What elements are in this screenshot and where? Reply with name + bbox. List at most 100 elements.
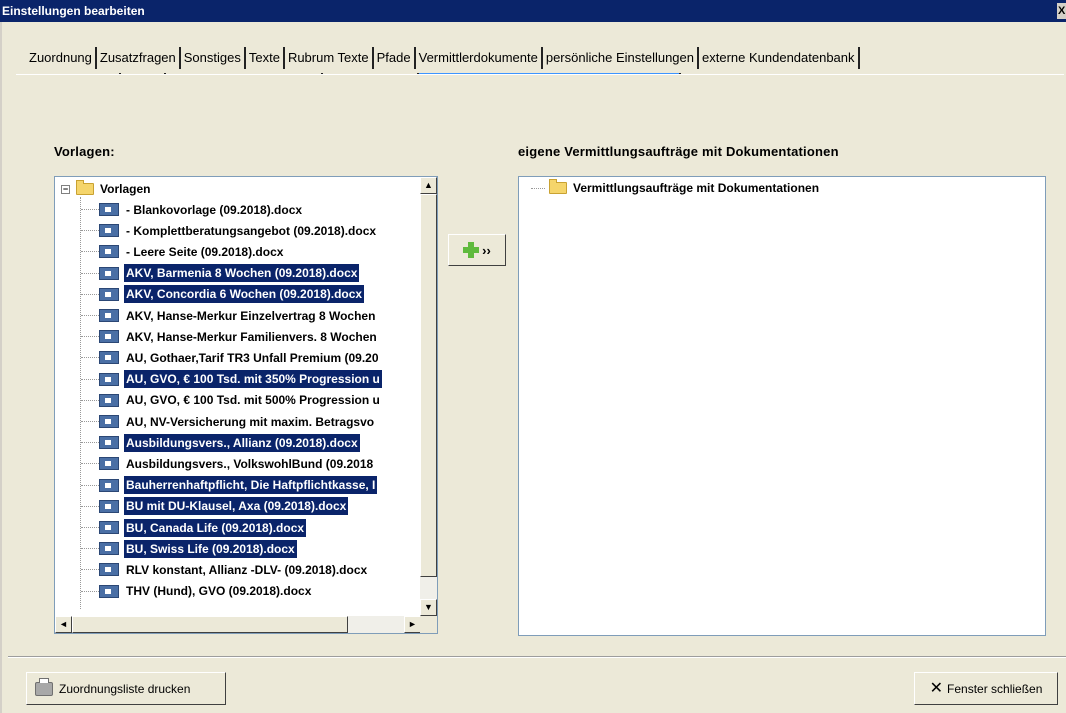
word-document-icon — [99, 309, 119, 322]
tree-item-label: AKV, Barmenia 8 Wochen (09.2018).docx — [124, 264, 360, 283]
scroll-up-button[interactable]: ▲ — [420, 177, 437, 194]
scroll-left-button[interactable]: ◄ — [55, 616, 72, 633]
own-orders-root[interactable]: Vermittlungsaufträge mit Dokumentationen — [531, 179, 819, 197]
tree-connector — [81, 505, 99, 507]
tab-row1-7[interactable]: persönliche Einstellungen — [542, 47, 699, 69]
tree-item[interactable]: - Komplettberatungsangebot (09.2018).doc… — [81, 220, 378, 241]
tree-item[interactable]: Bauherrenhaftpflicht, Die Haftpflichtkas… — [81, 475, 378, 496]
tree-item-label: Ausbildungsvers., Allianz (09.2018).docx — [124, 433, 360, 452]
tree-connector — [81, 548, 99, 550]
tree-item[interactable]: AKV, Barmenia 8 Wochen (09.2018).docx — [81, 263, 360, 284]
word-document-icon — [99, 224, 119, 238]
tree-item-label: AU, GVO, € 100 Tsd. mit 350% Progression… — [124, 370, 382, 389]
vertical-scroll-thumb[interactable] — [420, 194, 437, 577]
word-document-icon — [99, 436, 119, 450]
word-document-icon — [99, 542, 119, 556]
horizontal-scrollbar[interactable]: ◄ ► — [55, 616, 421, 633]
tree-item-label: BU, Swiss Life (09.2018).docx — [124, 539, 297, 558]
tree-item[interactable]: AKV, Hanse-Merkur Familienvers. 8 Wochen — [81, 326, 379, 347]
tree-connector — [81, 209, 99, 210]
horizontal-scroll-thumb[interactable] — [72, 616, 348, 633]
tree-connector — [81, 442, 99, 444]
close-icon[interactable]: X — [1057, 3, 1066, 19]
tab-row1-4[interactable]: Rubrum Texte — [284, 47, 374, 69]
close-window-label: Fenster schließen — [947, 681, 1043, 696]
word-document-icon — [99, 330, 119, 344]
tree-item[interactable]: Ausbildungsvers., Allianz (09.2018).docx — [81, 432, 360, 453]
tree-item-label: AU, Gothaer,Tarif TR3 Unfall Premium (09… — [126, 350, 379, 365]
tree-item[interactable]: RLV konstant, Allianz -DLV- (09.2018).do… — [81, 559, 369, 580]
word-document-icon — [99, 563, 119, 577]
tree-item[interactable]: AU, NV-Versicherung mit maxim. Betragsvo — [81, 411, 376, 432]
word-document-icon — [99, 245, 119, 259]
add-template-button[interactable]: ›› — [448, 234, 506, 266]
tree-connector — [81, 399, 99, 401]
tab-row1-2[interactable]: Sonstiges — [180, 47, 246, 69]
tree-connector — [81, 421, 99, 422]
own-orders-label: eigene Vermittlungsaufträge mit Dokument… — [518, 144, 839, 159]
word-document-icon — [99, 478, 119, 492]
tree-connector — [81, 590, 99, 592]
tab-row1-3[interactable]: Texte — [245, 47, 285, 69]
tree-item[interactable]: - Blankovorlage (09.2018).docx — [81, 199, 304, 220]
tree-connector — [81, 251, 99, 253]
tree-connector — [81, 336, 99, 338]
word-document-icon — [99, 266, 119, 280]
tree-item-label: RLV konstant, Allianz -DLV- (09.2018).do… — [126, 562, 368, 577]
tree-item[interactable]: Ausbildungsvers., VolkswohlBund (09.2018 — [81, 453, 375, 474]
tree-item-label: - Blankovorlage (09.2018).docx — [126, 202, 303, 217]
word-document-icon — [99, 287, 119, 301]
tab-row1-0[interactable]: Zuordnung — [26, 47, 97, 69]
tree-connector — [81, 527, 99, 528]
tree-item[interactable]: - Leere Seite (09.2018).docx — [81, 241, 285, 262]
tree-item-label: BU, Canada Life (09.2018).docx — [124, 518, 307, 537]
tree-item[interactable]: AU, GVO, € 100 Tsd. mit 350% Progression… — [81, 369, 382, 390]
scroll-right-button[interactable]: ► — [404, 616, 421, 633]
tree-connector — [81, 315, 99, 316]
tree-item-label: AKV, Hanse-Merkur Familienvers. 8 Wochen — [126, 329, 377, 344]
word-document-icon — [99, 521, 119, 534]
tab-row1-5[interactable]: Pfade — [373, 47, 416, 69]
vertical-scrollbar[interactable]: ▲ ▼ — [420, 177, 437, 616]
tree-item[interactable]: AU, Gothaer,Tarif TR3 Unfall Premium (09… — [81, 347, 381, 368]
tree-connector — [81, 463, 99, 465]
bottom-separator-highlight — [8, 657, 1066, 658]
tree-item[interactable]: AU, GVO, € 100 Tsd. mit 500% Progression… — [81, 390, 382, 411]
scroll-down-button[interactable]: ▼ — [420, 599, 437, 616]
collapse-icon[interactable]: − — [61, 184, 70, 194]
word-document-icon — [99, 584, 119, 598]
tree-item-label: AKV, Concordia 6 Wochen (09.2018).docx — [124, 285, 365, 304]
tab-row1-8[interactable]: externe Kundendatenbank — [699, 47, 860, 69]
tree-connector — [531, 188, 545, 189]
tree-item[interactable]: BU, Canada Life (09.2018).docx — [81, 517, 307, 538]
printer-icon — [35, 677, 53, 696]
close-window-button[interactable]: ✕ Fenster schließen — [914, 672, 1058, 705]
tree-item[interactable]: THV (Hund), GVO (09.2018).docx — [81, 581, 313, 602]
word-document-icon — [99, 351, 119, 365]
tree-item-label: BU mit DU-Klausel, Axa (09.2018).docx — [124, 497, 349, 516]
tree-connector — [81, 293, 99, 295]
tree-root-vorlagen[interactable]: − Vorlagen — [61, 180, 150, 198]
tree-connector — [81, 378, 99, 380]
close-icon: ✕ — [929, 679, 944, 697]
own-orders-tree[interactable]: Vermittlungsaufträge mit Dokumentationen — [518, 176, 1046, 636]
tab-row1-1[interactable]: Zusatzfragen — [96, 47, 181, 69]
plus-icon — [463, 242, 480, 258]
print-list-button[interactable]: Zuordnungsliste drucken — [26, 672, 226, 705]
folder-icon — [76, 180, 94, 195]
tree-item[interactable]: BU mit DU-Klausel, Axa (09.2018).docx — [81, 496, 349, 517]
tab-row1-6[interactable]: Vermittlerdokumente — [415, 47, 543, 69]
templates-tree[interactable]: − Vorlagen - Blankovorlage (09.2018).doc… — [54, 176, 438, 634]
tree-connector-line — [80, 197, 81, 609]
word-document-icon — [99, 203, 119, 216]
tree-item-label: AU, GVO, € 100 Tsd. mit 500% Progression… — [126, 393, 380, 408]
folder-icon — [549, 179, 567, 194]
tree-item[interactable]: BU, Swiss Life (09.2018).docx — [81, 538, 297, 559]
tree-item[interactable]: AKV, Concordia 6 Wochen (09.2018).docx — [81, 284, 365, 305]
tree-connector — [81, 230, 99, 232]
scrollbar-corner — [420, 616, 437, 633]
tab-row-1: Zuordnung Zusatzfragen Sonstiges Texte Rubru… — [26, 47, 860, 69]
tree-root-label: Vorlagen — [100, 182, 151, 196]
tree-item[interactable]: AKV, Hanse-Merkur Einzelvertrag 8 Wochen — [81, 305, 377, 326]
word-document-icon — [99, 393, 119, 407]
